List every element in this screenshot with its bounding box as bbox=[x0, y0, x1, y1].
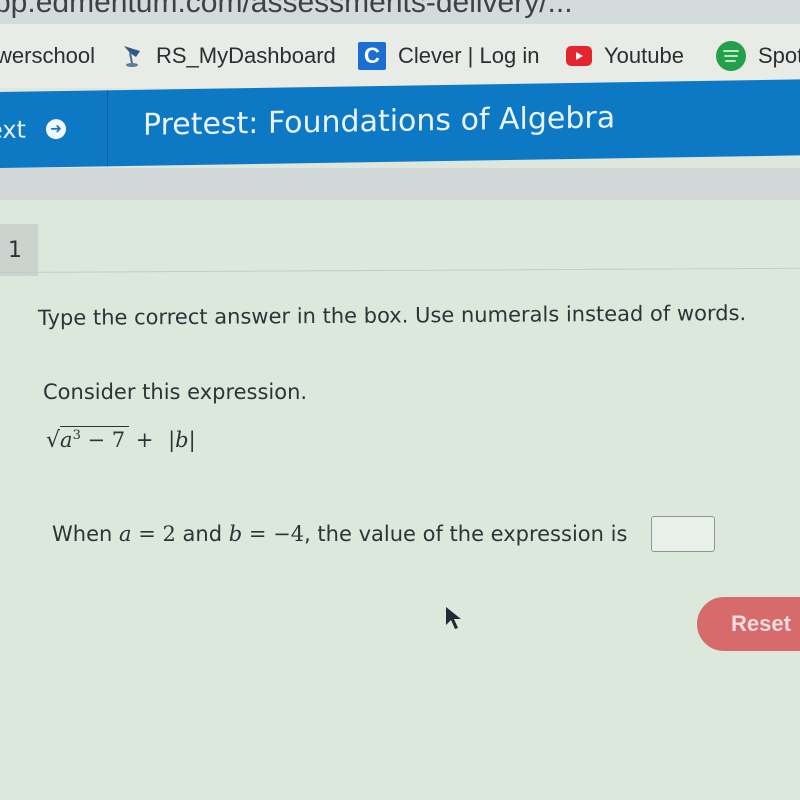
bookmark-rs-mydashboard[interactable]: RS_MyDashboard bbox=[122, 24, 336, 88]
spotify-icon bbox=[716, 41, 746, 71]
bookmarks-bar: werschool RS_MyDashboard C Clever | Log … bbox=[0, 24, 800, 88]
base-var: a bbox=[60, 428, 73, 452]
and-text: and bbox=[175, 522, 229, 546]
youtube-icon bbox=[566, 46, 592, 66]
absolute-value-b: |b| bbox=[168, 428, 196, 452]
equals-sign: = bbox=[242, 522, 274, 546]
equals-sign: = bbox=[131, 522, 163, 546]
b-value: −4 bbox=[273, 522, 305, 546]
bookmark-label: Youtube bbox=[604, 43, 684, 68]
prompt-text: Consider this expression. bbox=[43, 380, 308, 404]
var-a: a bbox=[118, 522, 132, 546]
clever-icon: C bbox=[358, 42, 386, 70]
assessment-header: ext ➜ Pretest: Foundations of Algebra bbox=[0, 79, 800, 168]
question-number: 1 bbox=[0, 224, 38, 276]
next-button[interactable]: ext ➜ bbox=[0, 90, 108, 168]
tail-text: , the value of the expression is bbox=[304, 522, 628, 546]
rs-dashboard-icon bbox=[122, 43, 144, 69]
bookmark-label: werschool bbox=[0, 43, 96, 68]
bookmark-label: RS_MyDashboard bbox=[156, 43, 336, 68]
address-bar[interactable]: pp.edmentum.com/assessments-delivery/... bbox=[0, 0, 800, 24]
bookmark-powerschool[interactable]: werschool bbox=[0, 24, 95, 88]
arrow-circle-right-icon: ➜ bbox=[45, 118, 66, 140]
when-text: When bbox=[52, 522, 119, 546]
header-shadow bbox=[0, 168, 800, 202]
question-panel: 1 Type the correct answer in the box. Us… bbox=[0, 200, 800, 800]
page-title: Pretest: Foundations of Algebra bbox=[143, 100, 616, 143]
bookmark-youtube[interactable]: Youtube bbox=[566, 24, 684, 88]
exponent: 3 bbox=[72, 428, 81, 443]
question-number-text: 1 bbox=[8, 237, 22, 263]
var-b: b bbox=[228, 522, 243, 546]
plus-sign: + bbox=[129, 428, 161, 452]
bookmark-label: Spot bbox=[758, 43, 800, 68]
divider bbox=[0, 267, 800, 273]
radical-sign: √ bbox=[46, 428, 61, 453]
answer-input[interactable] bbox=[651, 516, 716, 552]
instruction-text: Type the correct answer in the box. Use … bbox=[37, 301, 747, 330]
next-label: ext bbox=[0, 115, 26, 145]
bookmark-clever[interactable]: C Clever | Log in bbox=[358, 24, 539, 88]
bookmark-spotify[interactable]: Spot bbox=[716, 24, 800, 88]
minus-term: − 7 bbox=[80, 428, 126, 452]
math-expression: √ a3 − 7 + |b| bbox=[46, 426, 196, 453]
a-value: 2 bbox=[162, 522, 176, 546]
answer-sentence: When a = 2 and b = −4 , the value of the… bbox=[52, 516, 716, 552]
bookmark-label: Clever | Log in bbox=[398, 43, 540, 68]
reset-button[interactable]: Reset bbox=[697, 597, 800, 651]
url-text[interactable]: pp.edmentum.com/assessments-delivery/... bbox=[0, 0, 573, 20]
radicand: a3 − 7 bbox=[60, 426, 130, 452]
